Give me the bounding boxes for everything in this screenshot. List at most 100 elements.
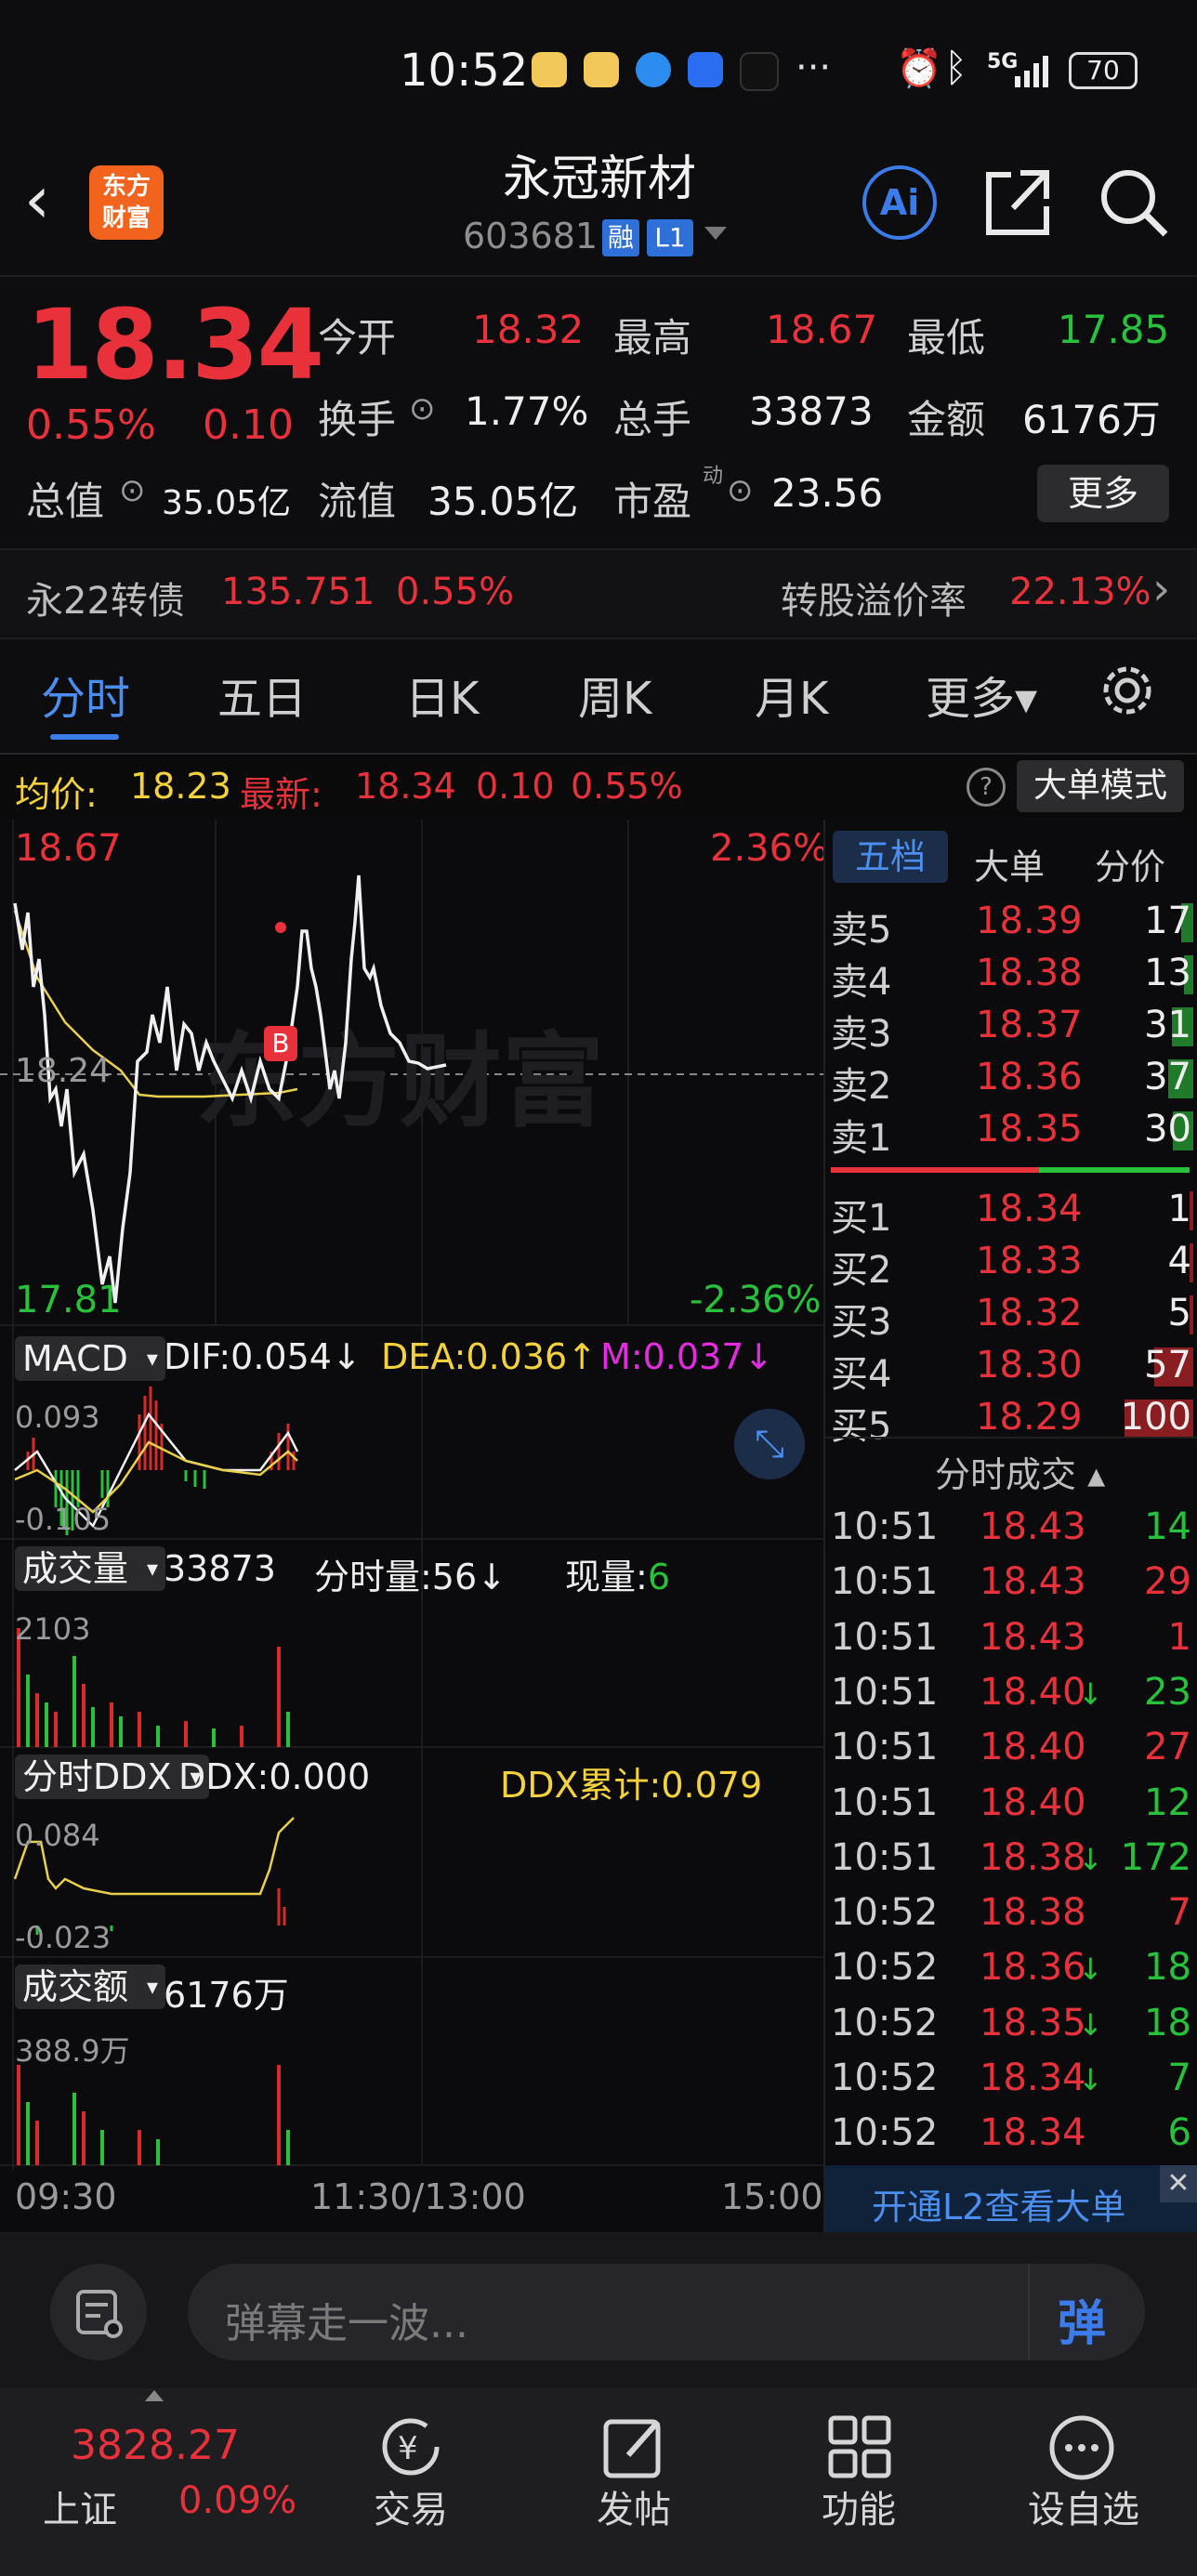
buy-marker[interactable]: B	[264, 1026, 297, 1061]
tick-price: 18.34	[980, 2111, 1086, 2155]
amount-max-label: 388.9万	[15, 2033, 130, 2069]
back-button[interactable]: ‹	[24, 167, 50, 232]
tick-row: 10:52 18.38 7	[825, 1891, 1197, 1943]
tab-more[interactable]: 更多▾	[926, 662, 1037, 727]
ask-volume: 13	[1144, 952, 1191, 994]
macd-top-label: 0.093	[15, 1400, 100, 1435]
ask-volume: 30	[1144, 1108, 1191, 1150]
dropdown-caret-icon[interactable]	[704, 227, 727, 240]
tick-row: 10:52 18.35 ↓ 18	[825, 2002, 1197, 2054]
tab-big-orders[interactable]: 大单	[974, 838, 1045, 889]
bid-level-row[interactable]: 买3 18.32 5	[825, 1288, 1197, 1344]
time-end-label: 15:00	[721, 2176, 823, 2217]
danmu-toggle-button[interactable]: 弹	[1058, 2284, 1106, 2354]
amount-label: 金额	[907, 397, 986, 442]
bid-level-row[interactable]: 买1 18.34 1	[825, 1184, 1197, 1240]
avg-value: 18.23	[130, 766, 231, 807]
ask-price: 18.38	[976, 952, 1083, 994]
bid-level-row[interactable]: 买4 18.30 57	[825, 1340, 1197, 1396]
trade-icon[interactable]: ¥	[372, 2414, 450, 2483]
order-book-panel: 五档 大单 分价 卖5 18.39 17 卖4 18.38 13 卖3 18.37 31 卖2 18…	[823, 820, 1197, 2232]
bid-level-label: 买1	[831, 1197, 892, 1240]
tick-price: 18.38	[980, 1835, 1086, 1879]
app-notification-icon	[532, 52, 567, 87]
bid-level-label: 买3	[831, 1301, 892, 1344]
ask-level-label: 卖5	[831, 909, 892, 952]
function-grid-icon[interactable]	[825, 2412, 894, 2485]
tab-daily-k[interactable]: 日K	[405, 662, 479, 727]
index-name[interactable]: 上证	[43, 2479, 117, 2533]
ask-volume: 31	[1144, 1004, 1191, 1046]
convertible-bond-row[interactable]: 永22转债 135.751 0.55% 转股溢价率 22.13% ›	[0, 550, 1197, 636]
ticks-title[interactable]: 分时成交 ▴	[935, 1446, 1105, 1497]
tick-volume: 7	[1167, 1891, 1191, 1935]
search-icon[interactable]	[1097, 165, 1171, 243]
chevron-up-icon[interactable]	[145, 2390, 164, 2401]
bid-volume: 4	[1167, 1240, 1191, 1282]
danmu-input[interactable]: 弹幕走一波... 弹	[188, 2264, 1145, 2360]
avg-label: 均价:	[15, 774, 98, 815]
tab-price-dist[interactable]: 分价	[1095, 838, 1165, 889]
ask-level-row[interactable]: 卖3 18.37 31	[825, 1000, 1197, 1056]
info-icon[interactable]: ⊙	[409, 390, 436, 427]
tick-time: 10:52	[831, 1891, 939, 1935]
tab-intraday[interactable]: 分时	[41, 662, 130, 727]
help-icon[interactable]: ?	[967, 768, 1006, 807]
share-icon[interactable]	[983, 165, 1052, 243]
price-high-label: 18.67	[15, 827, 122, 870]
close-icon[interactable]: ✕	[1160, 2165, 1197, 2202]
index-value[interactable]: 3828.27	[71, 2422, 240, 2469]
ask-level-row[interactable]: 卖4 18.38 13	[825, 948, 1197, 1004]
ai-assistant-button[interactable]: Ai	[862, 165, 937, 240]
bid-level-row[interactable]: 买2 18.33 4	[825, 1236, 1197, 1292]
high-value: 18.67	[766, 307, 878, 352]
ddx-top-label: 0.084	[15, 1818, 100, 1853]
tab-five-levels[interactable]: 五档	[833, 831, 948, 883]
tick-volume: 18	[1144, 1946, 1191, 1990]
ddx-value: DDX:0.000	[178, 1756, 371, 1797]
big-order-mode-button[interactable]: 大单模式	[1017, 760, 1184, 812]
ask-level-row[interactable]: 卖5 18.39 17	[825, 896, 1197, 952]
info-icon[interactable]: ⊙	[119, 472, 146, 509]
function-label[interactable]: 功能	[775, 2479, 942, 2533]
post-label[interactable]: 发帖	[550, 2479, 717, 2533]
tick-volume: 7	[1167, 2057, 1191, 2099]
tick-volume: 1	[1167, 1615, 1191, 1659]
battery-icon: 70	[1069, 52, 1138, 89]
danmu-settings-button[interactable]	[50, 2264, 147, 2360]
ask-level-row[interactable]: 卖1 18.35 30	[825, 1104, 1197, 1160]
tick-row: 10:51 18.40 12	[825, 1781, 1197, 1833]
index-pct[interactable]: 0.09%	[178, 2479, 296, 2522]
float-cap-label: 流值	[318, 479, 397, 524]
ask-level-row[interactable]: 卖2 18.36 37	[825, 1052, 1197, 1108]
info-icon[interactable]: ⊙	[727, 472, 754, 509]
settings-gear-icon[interactable]	[1098, 662, 1156, 723]
bid-price: 18.34	[976, 1188, 1083, 1230]
volume-total: 33873	[164, 1548, 276, 1589]
bid-price: 18.33	[976, 1240, 1083, 1282]
tab-monthly-k[interactable]: 月K	[755, 662, 828, 727]
volume-selector-label: 成交量	[22, 1548, 129, 1589]
pe-label: 市盈	[613, 479, 692, 524]
l2-banner[interactable]: 开通L2查看大单 ✕	[825, 2165, 1197, 2232]
tab-weekly-k[interactable]: 周K	[578, 662, 651, 727]
ask-volume: 37	[1144, 1056, 1191, 1098]
premium-label: 转股溢价率	[781, 580, 967, 623]
tick-volume: 23	[1144, 1670, 1191, 1714]
bid-price: 18.29	[976, 1396, 1083, 1439]
watchlist-icon[interactable]	[1046, 2412, 1117, 2487]
post-icon[interactable]	[600, 2412, 669, 2485]
macd-selector[interactable]: MACD ▾	[15, 1336, 165, 1381]
change-amount: 0.10	[203, 401, 294, 449]
tab-five-day[interactable]: 五日	[217, 662, 307, 727]
more-button[interactable]: 更多	[1037, 465, 1169, 522]
chart-area[interactable]: 东方财富 18.67 2.36% 18.24 17.81 -2.36% B MA…	[0, 820, 828, 2232]
trade-label[interactable]: 交易	[327, 2479, 494, 2533]
amount-selector[interactable]: 成交额 ▾	[15, 1965, 166, 2009]
amount-total: 6176万	[164, 1975, 289, 2016]
expand-icon[interactable]: ⤡	[734, 1409, 805, 1479]
volume-selector[interactable]: 成交量 ▾	[15, 1546, 166, 1591]
high-label: 最高	[613, 315, 692, 361]
tick-price: 18.38	[980, 1891, 1086, 1935]
watchlist-label[interactable]: 设自选	[1000, 2479, 1167, 2533]
